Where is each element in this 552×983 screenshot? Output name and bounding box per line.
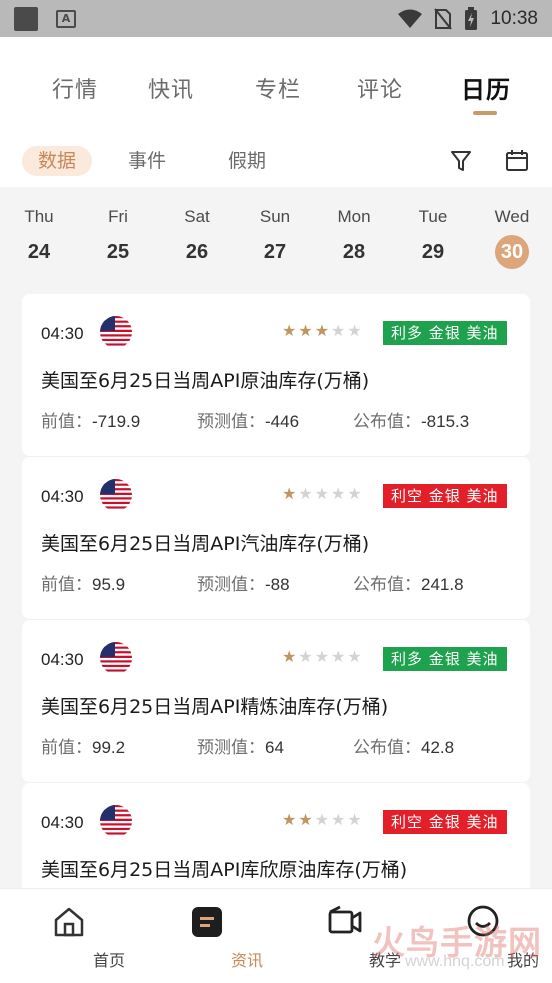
tab-column[interactable]: 专栏 [255, 72, 301, 104]
star-empty-icon: ★ [298, 484, 313, 503]
actual-value: 公布值：-815.3 [353, 412, 470, 432]
star-filled-icon: ★ [282, 647, 297, 666]
event-time: 04:30 [41, 813, 84, 832]
day-thu[interactable]: Thu 24 [9, 187, 69, 269]
home-icon [54, 907, 84, 937]
star-filled-icon: ★ [282, 484, 297, 503]
importance-stars: ★ ★ ★ ★ ★ [282, 322, 362, 340]
importance-stars: ★ ★ ★ ★ ★ [282, 648, 362, 666]
wifi-icon [398, 9, 423, 28]
event-time: 04:30 [41, 650, 84, 669]
us-flag-icon [100, 805, 132, 837]
star-filled-icon: ★ [314, 321, 330, 340]
event-time: 04:30 [41, 324, 84, 343]
subtab-events[interactable]: 事件 [128, 146, 166, 176]
star-filled-icon: ★ [282, 321, 297, 340]
forecast-value: 预测值：64 [197, 738, 284, 758]
impact-badge: 利空 金银 美油 [383, 810, 507, 834]
star-empty-icon: ★ [347, 647, 362, 666]
tab-calendar[interactable]: 日历 [461, 70, 511, 105]
star-filled-icon: ★ [282, 810, 297, 829]
star-empty-icon: ★ [298, 647, 313, 666]
clock: 10:38 [490, 7, 538, 29]
us-flag-icon [100, 642, 132, 674]
event-card[interactable]: 04:30 ★ ★ ★ ★ ★ 利空 金银 美油 美国至6月25日当周API汽油库存(万… [22, 457, 530, 620]
star-empty-icon: ★ [314, 647, 330, 666]
us-flag-icon [100, 479, 132, 511]
no-sim-icon [434, 7, 453, 30]
day-mon[interactable]: Mon 28 [324, 187, 384, 269]
calendar-icon[interactable] [504, 148, 530, 174]
star-empty-icon: ★ [347, 484, 362, 503]
main-tabs: 行情 快讯 专栏 评论 日历 [0, 72, 552, 112]
event-title: 美国至6月25日当周API库欣原油库存(万桶) [41, 859, 408, 881]
status-bar: A 10:38 [0, 0, 552, 37]
video-icon [328, 905, 362, 934]
star-empty-icon: ★ [331, 647, 346, 666]
actual-value: 公布值：241.8 [353, 575, 464, 595]
importance-stars: ★ ★ ★ ★ ★ [282, 485, 362, 503]
battery-charging-icon [465, 6, 478, 30]
day-sat[interactable]: Sat 26 [167, 187, 227, 269]
event-title: 美国至6月25日当周API原油库存(万桶) [41, 370, 370, 392]
tab-flash-news[interactable]: 快讯 [148, 72, 194, 104]
star-empty-icon: ★ [314, 484, 330, 503]
impact-badge: 利多 金银 美油 [383, 647, 507, 671]
impact-badge: 利空 金银 美油 [383, 484, 507, 508]
star-empty-icon: ★ [347, 810, 362, 829]
importance-stars: ★ ★ ★ ★ ★ [282, 811, 362, 829]
watermark-url: www.hnq.com [405, 953, 505, 970]
forecast-value: 预测值：-446 [197, 412, 300, 432]
prev-value: 前值：99.2 [41, 738, 126, 758]
star-filled-icon: ★ [298, 321, 313, 340]
impact-badge: 利多 金银 美油 [383, 321, 507, 345]
day-wed-selected[interactable]: Wed 30 [482, 187, 542, 269]
tab-market[interactable]: 行情 [52, 72, 98, 104]
event-time: 04:30 [41, 487, 84, 506]
event-list: 04:30 ★ ★ ★ ★ ★ 利多 金银 美油 美国至6月25日当周API原油库存(万… [22, 294, 530, 946]
tab-comment[interactable]: 评论 [357, 72, 403, 104]
actual-value: 公布值：42.8 [353, 738, 455, 758]
star-empty-icon: ★ [331, 810, 346, 829]
event-card[interactable]: 04:30 ★ ★ ★ ★ ★ 利多 金银 美油 美国至6月25日当周API原油库存(万… [22, 294, 530, 457]
star-empty-icon: ★ [314, 810, 330, 829]
notification-square-icon [14, 6, 38, 31]
day-sun[interactable]: Sun 27 [245, 187, 305, 269]
star-empty-icon: ★ [347, 321, 362, 340]
week-strip: Thu 24 Fri 25 Sat 26 Sun 27 Mon 28 Tue 29 Wed 3… [0, 187, 552, 279]
us-flag-icon [100, 316, 132, 348]
event-title: 美国至6月25日当周API汽油库存(万桶) [41, 533, 370, 555]
forecast-value: 预测值：-88 [197, 575, 290, 595]
notification-a-icon: A [56, 9, 76, 28]
event-values: 前值：-719.9 预测值：-446 公布值：-815.3 [41, 407, 521, 432]
star-empty-icon: ★ [331, 321, 346, 340]
day-tue[interactable]: Tue 29 [403, 187, 463, 269]
star-filled-icon: ★ [298, 810, 313, 829]
event-card[interactable]: 04:30 ★ ★ ★ ★ ★ 利多 金银 美油 美国至6月25日当周API精炼油库存(… [22, 620, 530, 783]
event-values: 前值：99.2 预测值：64 公布值：42.8 [41, 733, 521, 758]
day-fri[interactable]: Fri 25 [88, 187, 148, 269]
star-empty-icon: ★ [331, 484, 346, 503]
prev-value: 前值：-719.9 [41, 412, 141, 432]
filter-icon[interactable] [448, 148, 474, 174]
subtab-holidays[interactable]: 假期 [228, 146, 266, 176]
subtab-data[interactable]: 数据 [22, 146, 93, 176]
prev-value: 前值：95.9 [41, 575, 126, 595]
news-icon [192, 907, 222, 937]
event-title: 美国至6月25日当周API精炼油库存(万桶) [41, 696, 389, 718]
active-tab-indicator [473, 111, 497, 115]
event-values: 前值：95.9 预测值：-88 公布值：241.8 [41, 570, 521, 595]
